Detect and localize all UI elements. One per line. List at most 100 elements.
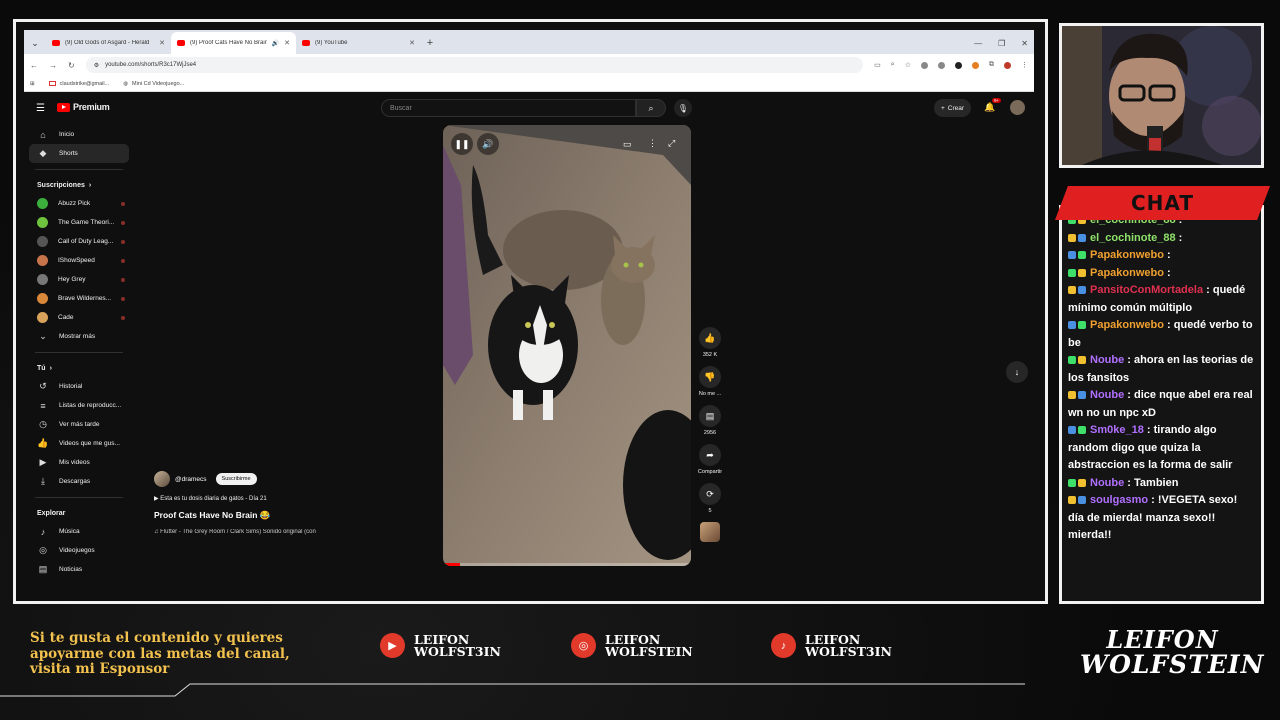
star-icon[interactable]: ☆ bbox=[905, 61, 911, 69]
reload-icon[interactable]: ↻ bbox=[68, 61, 75, 70]
sidebar-item-subscription[interactable]: Cade bbox=[29, 308, 129, 327]
comments-button[interactable]: ▤ 2956 bbox=[695, 405, 725, 436]
divider bbox=[35, 497, 123, 498]
sidebar-item-música[interactable]: ♪ Música bbox=[29, 522, 129, 541]
hamburger-menu-icon[interactable]: ☰ bbox=[36, 103, 45, 114]
extension-icon[interactable] bbox=[972, 61, 979, 69]
close-icon[interactable]: ✕ bbox=[409, 39, 415, 47]
show-more-button[interactable]: ⌄ Mostrar más bbox=[29, 327, 129, 346]
sidebar-item-videojuegos[interactable]: ◎ Videojuegos bbox=[29, 541, 129, 560]
thumb-up-icon: 👍 bbox=[699, 327, 721, 349]
cast-icon[interactable]: ▭ bbox=[874, 61, 881, 69]
tab-old-gods[interactable]: (9) Old Gods of Asgard - Herald ✕ bbox=[46, 32, 171, 54]
chat-username: Noube bbox=[1090, 389, 1125, 401]
extension-icon[interactable] bbox=[955, 61, 962, 69]
share-button[interactable]: ➦ Compartir bbox=[695, 444, 725, 475]
like-button[interactable]: 👍 352 K bbox=[695, 327, 725, 358]
voice-search-button[interactable]: 🎙 bbox=[674, 99, 692, 117]
sidebar-item-shorts[interactable]: ◆ Shorts bbox=[29, 144, 129, 163]
fullscreen-icon[interactable]: ⤢ bbox=[668, 138, 675, 149]
bookmark-mini-cd[interactable]: ◍ Mini Cd Videojuego... bbox=[123, 81, 184, 87]
audio-icon[interactable]: 🔊 bbox=[272, 40, 279, 47]
channel-avatar bbox=[37, 293, 48, 304]
bookmark-gmail[interactable]: claudstrike@gmail... bbox=[48, 81, 109, 87]
progress-bar[interactable] bbox=[443, 563, 691, 566]
sidebar-item-videos-que-me-gus-[interactable]: 👍 Videos que me gus... bbox=[29, 434, 129, 453]
sidebar-item-noticias[interactable]: ▤ Noticias bbox=[29, 560, 129, 579]
tab-search-button[interactable]: ⌄ bbox=[24, 32, 46, 54]
sidebar-item-subscription[interactable]: Call of Duty Leag... bbox=[29, 232, 129, 251]
back-icon[interactable]: ← bbox=[30, 61, 38, 70]
live-indicator-icon bbox=[121, 296, 125, 301]
search-button[interactable]: ⌕ bbox=[636, 99, 666, 117]
mic-icon: 🎙 bbox=[677, 103, 689, 113]
profile-avatar[interactable] bbox=[1004, 61, 1011, 69]
sidebar-item-listas-de-reproducc-[interactable]: ≡ Listas de reproducc... bbox=[29, 396, 129, 415]
tab-proof-cats[interactable]: (9) Proof Cats Have No Brain 🔊 ✕ bbox=[171, 32, 296, 54]
zoom-icon[interactable]: ⌕ bbox=[891, 61, 895, 69]
streamer-webcam-image bbox=[1062, 26, 1261, 165]
sound-thumbnail[interactable] bbox=[700, 522, 720, 542]
next-short-button[interactable]: ↓ bbox=[1006, 361, 1028, 383]
sidebar-item-mis-videos[interactable]: ▶ Mis videos bbox=[29, 453, 129, 472]
more-vert-icon[interactable]: ⋮ bbox=[648, 138, 657, 149]
search-input[interactable]: Buscar bbox=[381, 99, 636, 117]
sidebar-item-subscription[interactable]: IShowSpeed bbox=[29, 251, 129, 270]
channel-avatar[interactable] bbox=[154, 471, 170, 487]
sidebar-item-descargas[interactable]: ⤓ Descargas bbox=[29, 472, 129, 491]
dislike-button[interactable]: 👎 No me ... bbox=[695, 366, 725, 397]
channel-avatar bbox=[37, 198, 48, 209]
chat-username: Sm0ke_18 bbox=[1090, 424, 1144, 436]
puzzle-icon[interactable]: ⧉ bbox=[989, 61, 994, 69]
tab-youtube[interactable]: (9) YouTube ✕ bbox=[296, 32, 421, 54]
sidebar-item-subscription[interactable]: Abuzz Pick bbox=[29, 194, 129, 213]
sidebar-item-subscription[interactable]: The Game Theori... bbox=[29, 213, 129, 232]
subscribe-button[interactable]: Suscribirme bbox=[215, 473, 257, 485]
you-header[interactable]: Tú › bbox=[29, 359, 129, 377]
channel-name[interactable]: @dramecs bbox=[175, 476, 207, 483]
notification-badge: 9+ bbox=[992, 98, 1002, 103]
sidebar-item-subscription[interactable]: Hey Grey bbox=[29, 270, 129, 289]
logo-text: Premium bbox=[73, 102, 110, 112]
account-avatar[interactable] bbox=[1010, 100, 1025, 115]
extension-icon[interactable] bbox=[921, 61, 928, 69]
bell-icon[interactable]: 🔔 bbox=[984, 102, 995, 113]
shorts-player[interactable]: ❚❚ 🔊 ▭ ⋮ ⤢ bbox=[443, 125, 691, 566]
short-description[interactable]: ▶ Esta es tu dosis diaria de gatos - Día… bbox=[154, 495, 394, 502]
remix-button[interactable]: ⟳ 5 bbox=[695, 483, 725, 514]
youtube-premium-logo[interactable]: Premium bbox=[57, 102, 110, 112]
apps-icon[interactable]: ⊞ bbox=[30, 81, 35, 87]
search-icon: ⌕ bbox=[648, 102, 654, 113]
live-indicator-icon bbox=[121, 201, 125, 206]
address-bar[interactable]: ⚙ youtube.com/shorts/R3c17WjJse4 bbox=[85, 57, 864, 73]
chat-message: el_cochinote_88 : bbox=[1068, 230, 1255, 248]
sidebar-item-inicio[interactable]: ⌂ Inicio bbox=[29, 125, 129, 144]
chat-messages: el_cochinote_88 : el_cochinote_88 : Papa… bbox=[1068, 212, 1255, 545]
new-tab-button[interactable]: + bbox=[421, 32, 439, 54]
chat-badge-icon bbox=[1068, 356, 1076, 364]
subscriptions-header[interactable]: Suscripciones › bbox=[29, 176, 129, 194]
leifon-wolfstein-logo: LEIFON WOLFSTEIN bbox=[1080, 625, 1265, 679]
explore-list: ♪ Música ◎ Videojuegos ▤ Noticias bbox=[29, 522, 129, 579]
menu-dots-icon[interactable]: ⋮ bbox=[1021, 61, 1028, 69]
short-title[interactable]: Proof Cats Have No Brain 😂 bbox=[154, 510, 394, 521]
close-icon[interactable]: ✕ bbox=[159, 39, 165, 47]
sidebar-item-subscription[interactable]: Brave Wildernes... bbox=[29, 289, 129, 308]
extension-icon[interactable] bbox=[938, 61, 945, 69]
playlist-icon: ≡ bbox=[40, 400, 46, 411]
volume-button[interactable]: 🔊 bbox=[477, 133, 499, 155]
minimize-icon[interactable]: — bbox=[974, 39, 982, 48]
restore-icon[interactable]: ❐ bbox=[998, 39, 1005, 48]
music-credit[interactable]: ♫ Flutter - The Grey Room / Clark Sims) … bbox=[154, 529, 394, 535]
close-window-icon[interactable]: ✕ bbox=[1021, 39, 1028, 48]
pause-button[interactable]: ❚❚ bbox=[451, 133, 473, 155]
site-info-icon[interactable]: ⚙ bbox=[94, 62, 99, 69]
captions-icon[interactable]: ▭ bbox=[623, 139, 632, 150]
close-icon[interactable]: ✕ bbox=[284, 39, 290, 47]
sidebar-item-historial[interactable]: ↺ Historial bbox=[29, 377, 129, 396]
divider bbox=[35, 169, 123, 170]
sidebar-item-ver-más-tarde[interactable]: ◷ Ver más tarde bbox=[29, 415, 129, 434]
forward-icon[interactable]: → bbox=[49, 61, 57, 70]
create-button[interactable]: + Crear bbox=[934, 99, 972, 117]
news-icon: ▤ bbox=[38, 564, 48, 574]
